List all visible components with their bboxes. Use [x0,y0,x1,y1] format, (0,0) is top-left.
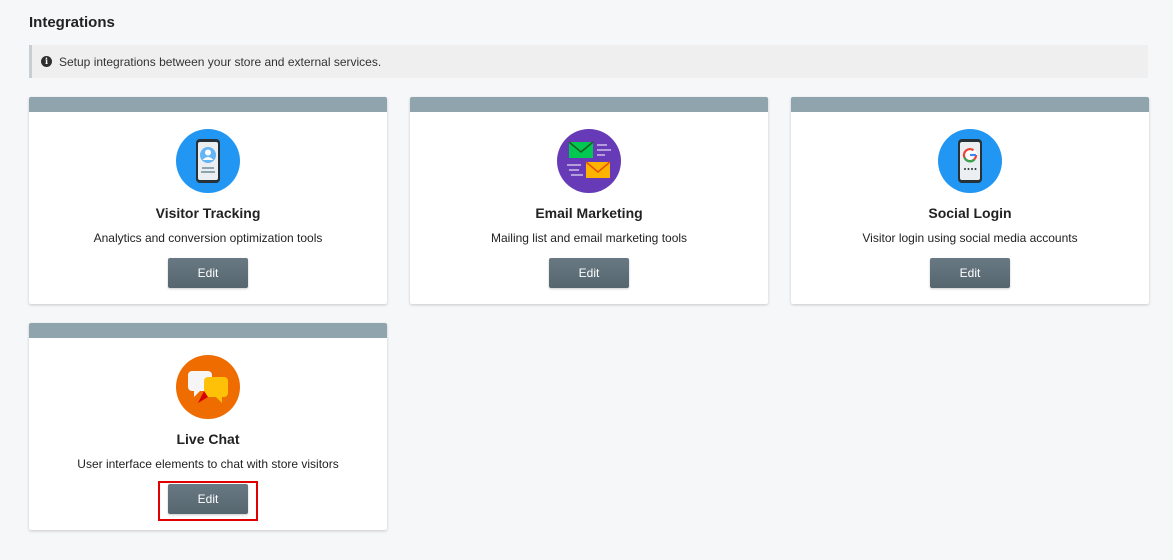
edit-button[interactable]: Edit [930,258,1010,288]
card-header-bar [410,97,768,112]
card-header-bar [29,323,387,338]
live-chat-icon [176,355,240,419]
integration-card-visitor-tracking: Visitor Tracking Analytics and conversio… [29,97,387,304]
integration-card-social-login: Social Login Visitor login using social … [791,97,1149,304]
card-header-bar [791,97,1149,112]
card-description: Mailing list and email marketing tools [490,231,688,245]
visitor-tracking-icon [176,129,240,193]
card-title: Email Marketing [535,205,643,221]
page-title: Integrations [29,14,115,31]
card-description: Analytics and conversion optimization to… [93,231,323,245]
card-description: User interface elements to chat with sto… [77,457,339,471]
card-title: Social Login [928,205,1012,221]
integration-card-email-marketing: Email Marketing Mailing list and email m… [410,97,768,304]
card-title: Live Chat [176,431,240,447]
card-title: Visitor Tracking [155,205,261,221]
edit-button[interactable]: Edit [168,258,248,288]
email-marketing-icon [557,129,621,193]
highlight-box [158,481,258,521]
info-icon: i [41,56,52,67]
info-text: Setup integrations between your store an… [59,54,382,69]
edit-button[interactable]: Edit [549,258,629,288]
social-login-icon [938,129,1002,193]
card-header-bar [29,97,387,112]
card-description: Visitor login using social media account… [862,231,1078,245]
info-bar: i Setup integrations between your store … [29,45,1148,78]
